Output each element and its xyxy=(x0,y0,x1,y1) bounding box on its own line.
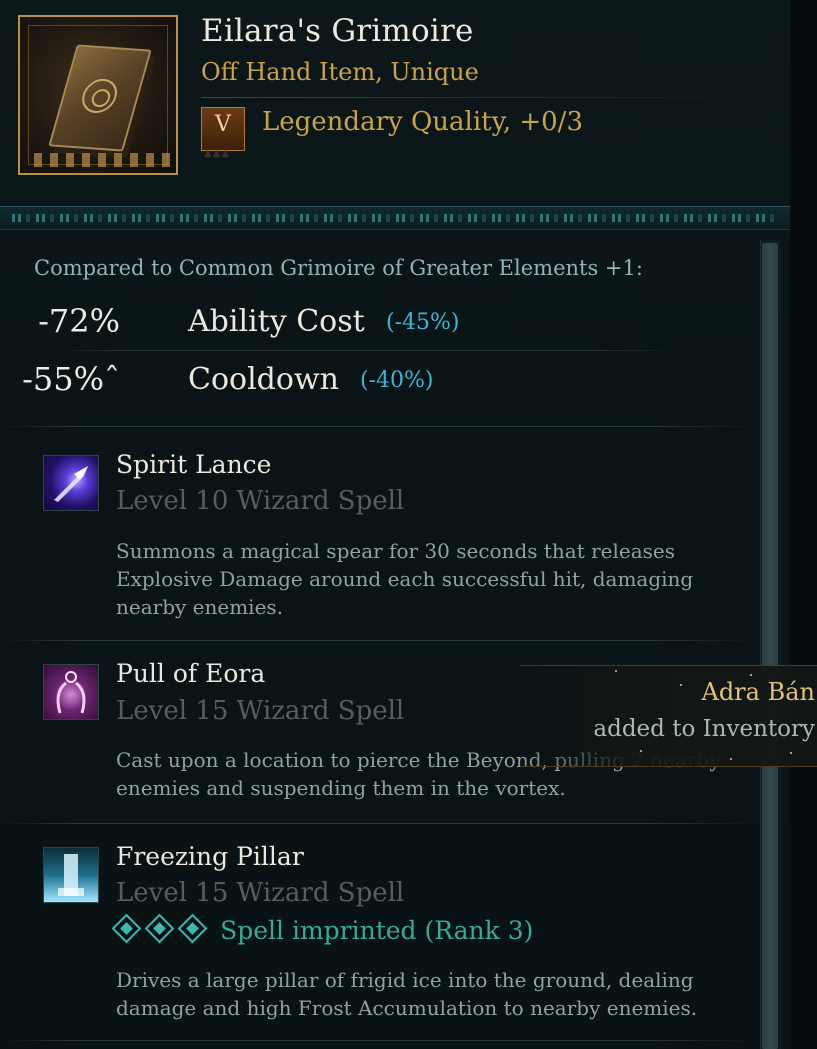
item-portrait xyxy=(18,15,178,175)
imprint-diamond-icon xyxy=(177,913,208,944)
portrait-chain-ornament xyxy=(30,153,170,167)
section-divider xyxy=(0,640,760,641)
sparkle xyxy=(615,670,617,672)
notification-item-name: Adra Bán xyxy=(701,678,815,706)
comparison-header: Compared to Common Grimoire of Greater E… xyxy=(34,256,643,280)
spell-name: Pull of Eora xyxy=(116,659,266,688)
quality-rank-badge: V ▲▲▲ xyxy=(201,107,245,159)
inventory-notification: Adra Bán added to Inventory xyxy=(520,665,817,767)
spell-name: Spirit Lance xyxy=(116,450,272,479)
spell-imprint: Spell imprinted (Rank 3) xyxy=(111,913,534,948)
section-divider xyxy=(0,426,760,427)
stat-value: -72% xyxy=(38,302,120,340)
stat-name: Cooldown xyxy=(188,362,339,397)
pull-of-eora-icon xyxy=(43,664,99,720)
pull-of-eora-glyph xyxy=(56,671,86,714)
item-name: Eilara's Grimoire xyxy=(201,13,474,49)
screen-edge xyxy=(790,0,817,1049)
imprint-diamond-icon xyxy=(111,913,142,944)
freezing-pillar-icon xyxy=(43,847,99,903)
item-type: Off Hand Item, Unique xyxy=(201,58,479,86)
spirit-lance-glyph xyxy=(54,466,88,502)
stat-name: Ability Cost xyxy=(188,304,365,339)
section-divider xyxy=(0,1040,760,1041)
stat-row-cooldown: -55%ˆ Cooldown (-40%) xyxy=(0,360,740,406)
book-sigil xyxy=(78,77,122,115)
section-divider xyxy=(0,823,760,824)
spell-description: Drives a large pillar of frigid ice into… xyxy=(116,968,698,1020)
spell-name: Freezing Pillar xyxy=(116,842,304,871)
spell-level: Level 15 Wizard Spell xyxy=(116,878,405,908)
stat-value: -55%ˆ xyxy=(22,360,120,398)
rank-numeral: V xyxy=(215,112,231,137)
stat-delta: (-40%) xyxy=(360,368,434,393)
imprint-label: Spell imprinted (Rank 3) xyxy=(220,916,534,945)
sparkle xyxy=(680,684,682,686)
spell-level: Level 15 Wizard Spell xyxy=(116,696,405,726)
spell-description: Summons a magical spear for 30 seconds t… xyxy=(116,539,694,619)
stat-divider xyxy=(60,350,680,351)
spirit-lance-icon xyxy=(43,455,99,511)
item-tooltip-panel: Eilara's Grimoire Off Hand Item, Unique … xyxy=(0,0,791,1049)
stat-row-ability-cost: -72% Ability Cost (-45%) xyxy=(0,302,740,348)
stat-delta: (-45%) xyxy=(386,310,460,335)
sparkle xyxy=(750,674,752,676)
scrollbar-thumb[interactable] xyxy=(762,243,778,1049)
imprint-diamond-icon xyxy=(144,913,175,944)
sparkle xyxy=(640,750,642,752)
item-quality: Legendary Quality, +0/3 xyxy=(262,107,583,137)
notification-message: added to Inventory xyxy=(593,716,815,742)
sparkle xyxy=(790,752,792,754)
spell-level: Level 10 Wizard Spell xyxy=(116,486,405,516)
subtitle-divider xyxy=(201,97,761,98)
band-pattern xyxy=(12,214,778,222)
sparkle xyxy=(730,758,732,760)
header-divider-band xyxy=(0,206,790,230)
freezing-pillar-glyph xyxy=(58,854,84,896)
rank-pips: ▲▲▲ xyxy=(204,148,231,159)
